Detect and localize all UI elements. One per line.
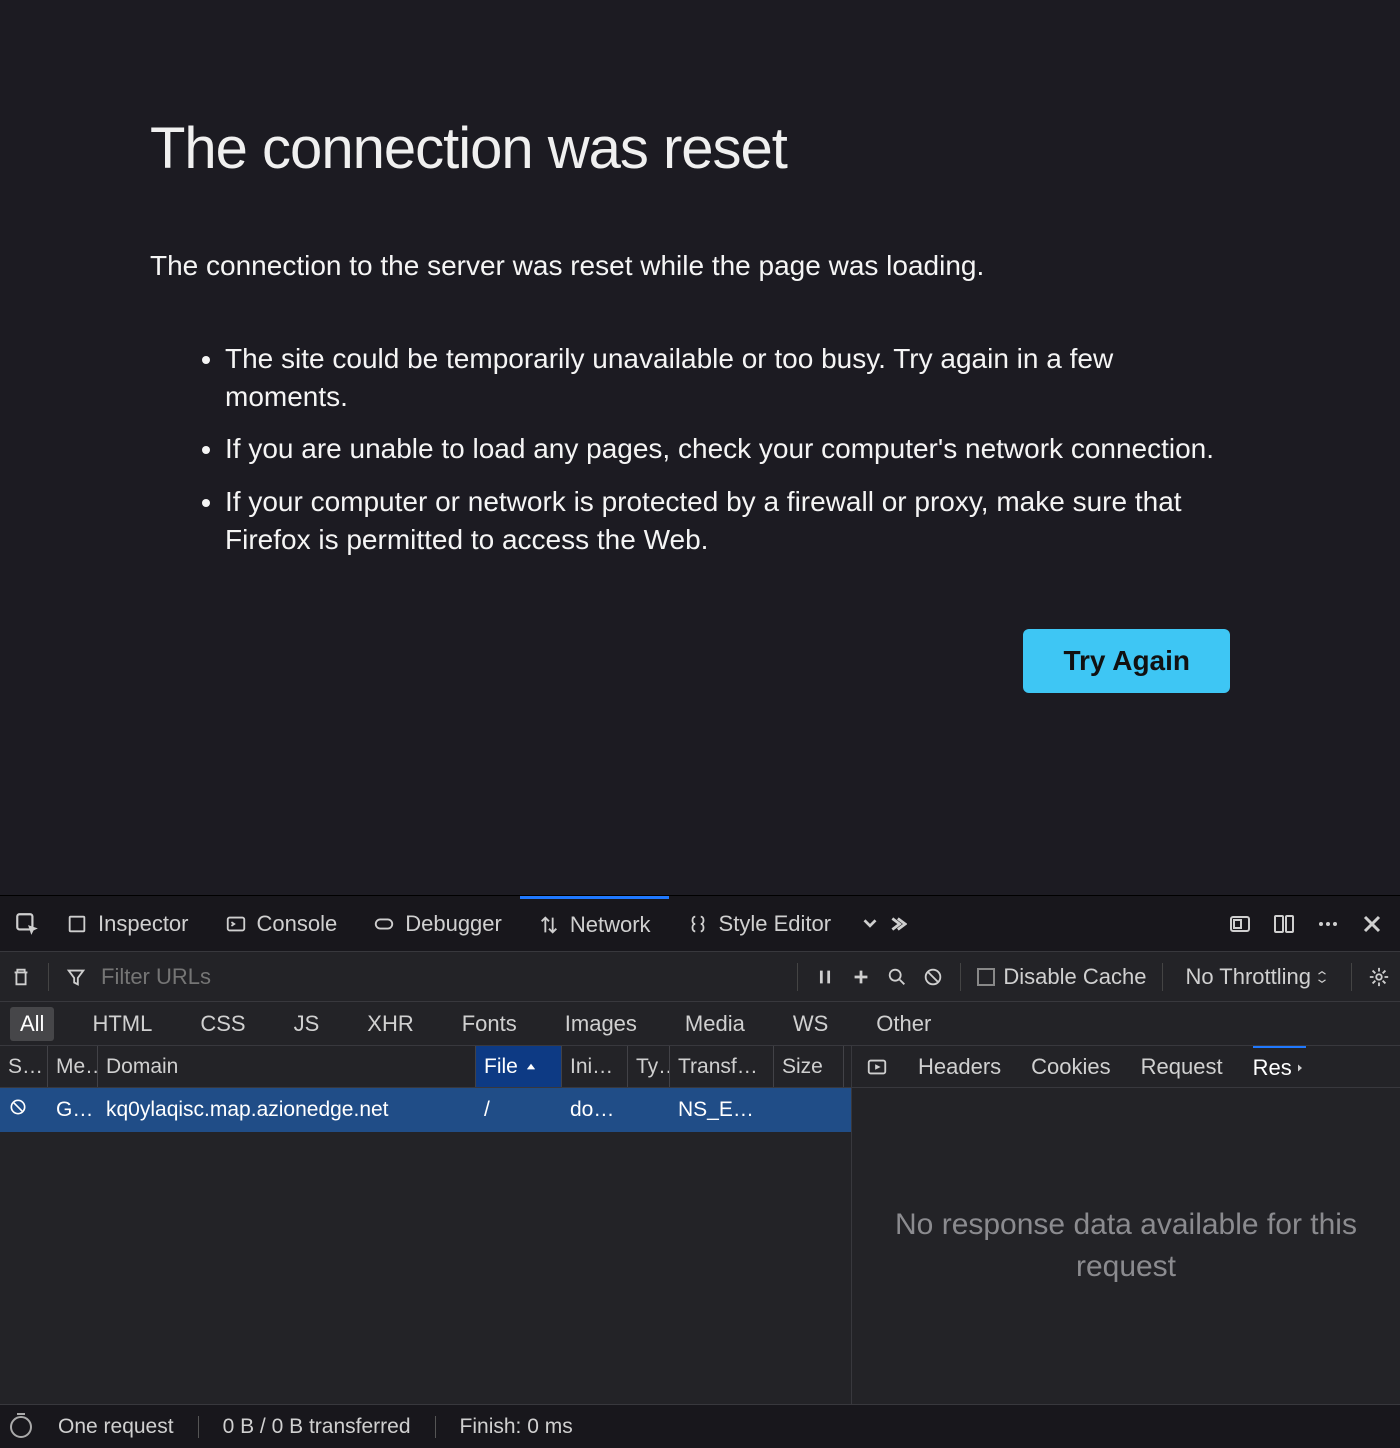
tab-network[interactable]: Network — [520, 896, 669, 951]
response-empty-message: No response data available for this requ… — [852, 1088, 1400, 1404]
column-label: File — [484, 1055, 518, 1079]
column-header-status[interactable]: S… — [0, 1046, 48, 1087]
request-status-icon — [0, 1097, 48, 1123]
filter-icon[interactable] — [65, 966, 87, 988]
error-description: The connection to the server was reset w… — [150, 247, 1250, 285]
request-method: GET — [48, 1098, 98, 1122]
error-suggestion-item: If your computer or network is protected… — [225, 483, 1230, 559]
error-suggestion-item: The site could be temporarily unavailabl… — [225, 340, 1230, 416]
pause-icon[interactable] — [814, 966, 836, 988]
column-header-size[interactable]: Size — [774, 1046, 844, 1087]
filter-tab-html[interactable]: HTML — [82, 1007, 162, 1041]
tab-debugger[interactable]: Debugger — [355, 896, 520, 951]
more-options-icon[interactable] — [1316, 912, 1340, 936]
column-header-transferred[interactable]: Transf… — [670, 1046, 774, 1087]
request-initiator: do… — [562, 1098, 628, 1122]
tab-label: Network — [570, 912, 651, 938]
request-domain: kq0ylaqisc.map.azionedge.net — [98, 1098, 476, 1122]
network-status-bar: One request 0 B / 0 B transferred Finish… — [0, 1404, 1400, 1448]
column-header-file[interactable]: File — [476, 1046, 562, 1087]
network-filter-tabs: All HTML CSS JS XHR Fonts Images Media W… — [0, 1002, 1400, 1046]
filter-tab-other[interactable]: Other — [866, 1007, 941, 1041]
status-request-count: One request — [58, 1415, 174, 1439]
checkbox-icon — [977, 968, 995, 986]
request-file: / — [476, 1098, 562, 1122]
request-detail-pane: Headers Cookies Request Res No response … — [852, 1046, 1400, 1404]
add-request-icon[interactable] — [850, 966, 872, 988]
dock-side-icon[interactable] — [1272, 912, 1296, 936]
close-devtools-icon[interactable] — [1360, 912, 1384, 936]
filter-tab-images[interactable]: Images — [555, 1007, 647, 1041]
filter-tab-fonts[interactable]: Fonts — [452, 1007, 527, 1041]
error-suggestions: The site could be temporarily unavailabl… — [150, 340, 1230, 559]
detail-tab-cookies[interactable]: Cookies — [1031, 1046, 1110, 1087]
tab-label: Style Editor — [719, 911, 832, 937]
filter-tab-ws[interactable]: WS — [783, 1007, 838, 1041]
error-suggestion-item: If you are unable to load any pages, che… — [225, 430, 1230, 468]
column-header-domain[interactable]: Domain — [98, 1046, 476, 1087]
devtools-tab-bar: Inspector Console Debugger Network Style… — [0, 896, 1400, 952]
column-header-type[interactable]: Ty… — [628, 1046, 670, 1087]
column-header-initiator[interactable]: Ini… — [562, 1046, 628, 1087]
request-row[interactable]: GET kq0ylaqisc.map.azionedge.net / do… N… — [0, 1088, 851, 1132]
clear-requests-icon[interactable] — [10, 966, 32, 988]
tab-label: Console — [257, 911, 338, 937]
tab-label: Debugger — [405, 911, 502, 937]
disable-cache-checkbox[interactable]: Disable Cache — [977, 964, 1146, 990]
search-icon[interactable] — [886, 966, 908, 988]
detail-tab-response[interactable]: Res — [1253, 1046, 1306, 1087]
detail-tab-headers[interactable]: Headers — [918, 1046, 1001, 1087]
throttling-label: No Throttling — [1185, 964, 1311, 990]
filter-tab-media[interactable]: Media — [675, 1007, 755, 1041]
more-tabs-icon[interactable] — [879, 896, 913, 951]
devtools-panel: Inspector Console Debugger Network Style… — [0, 895, 1400, 1448]
request-list-pane: S… Me… Domain File Ini… Ty… Transf… Size… — [0, 1046, 852, 1404]
error-title: The connection was reset — [150, 115, 1250, 182]
settings-gear-icon[interactable] — [1368, 966, 1390, 988]
filter-tab-js[interactable]: JS — [284, 1007, 330, 1041]
element-picker-icon[interactable] — [14, 911, 40, 937]
detail-tab-bar: Headers Cookies Request Res — [852, 1046, 1400, 1088]
tab-inspector[interactable]: Inspector — [48, 896, 207, 951]
filter-tab-css[interactable]: CSS — [190, 1007, 255, 1041]
try-again-button[interactable]: Try Again — [1023, 629, 1230, 693]
filter-tab-xhr[interactable]: XHR — [357, 1007, 423, 1041]
tab-label: Inspector — [98, 911, 189, 937]
block-icon[interactable] — [922, 966, 944, 988]
request-transferred: NS_E… — [670, 1098, 774, 1122]
tab-style-editor[interactable]: Style Editor — [669, 896, 850, 951]
stopwatch-icon[interactable] — [10, 1416, 32, 1438]
filter-tab-all[interactable]: All — [10, 1007, 54, 1041]
error-page: The connection was reset The connection … — [0, 0, 1400, 895]
network-body: S… Me… Domain File Ini… Ty… Transf… Size… — [0, 1046, 1400, 1404]
filter-urls-input[interactable] — [101, 964, 341, 990]
status-finish-time: Finish: 0 ms — [460, 1415, 573, 1439]
detail-tab-label: Res — [1253, 1055, 1292, 1081]
request-list-header: S… Me… Domain File Ini… Ty… Transf… Size — [0, 1046, 851, 1088]
status-transferred: 0 B / 0 B transferred — [223, 1415, 411, 1439]
detail-tab-request[interactable]: Request — [1141, 1046, 1223, 1087]
disable-cache-label: Disable Cache — [1003, 964, 1146, 990]
throttling-select[interactable]: No Throttling — [1179, 964, 1335, 990]
tab-console[interactable]: Console — [207, 896, 356, 951]
responsive-mode-icon[interactable] — [1228, 912, 1252, 936]
column-header-method[interactable]: Me… — [48, 1046, 98, 1087]
network-toolbar: Disable Cache No Throttling — [0, 952, 1400, 1002]
toggle-raw-icon[interactable] — [866, 1056, 888, 1078]
